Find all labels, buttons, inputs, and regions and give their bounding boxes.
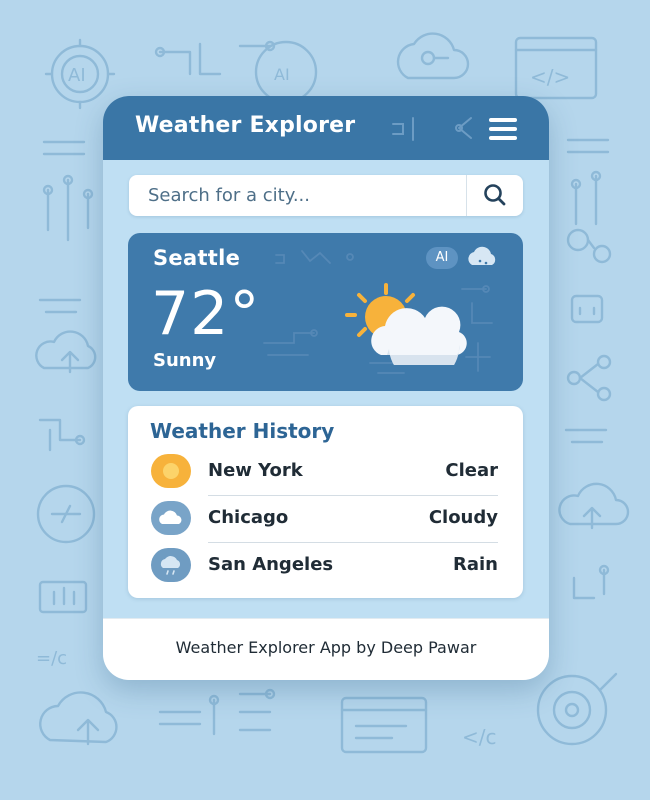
svg-text:AI: AI xyxy=(274,65,290,84)
partly-sunny-icon xyxy=(345,283,467,365)
history-item-san-angeles[interactable]: San Angeles Rain xyxy=(128,543,523,589)
current-weather-card: Seattle 72° Sunny AI xyxy=(128,233,523,391)
svg-text:AI: AI xyxy=(68,65,86,86)
current-city: Seattle xyxy=(153,246,241,270)
current-condition: Sunny xyxy=(153,350,217,371)
small-cloud-icon xyxy=(468,246,496,265)
history-condition: Cloudy xyxy=(428,507,498,528)
app-title: Weather Explorer xyxy=(135,113,356,138)
hamburger-menu-icon[interactable] xyxy=(489,118,519,140)
history-title: Weather History xyxy=(150,419,335,443)
history-city: San Angeles xyxy=(208,554,334,575)
search-icon xyxy=(484,184,506,206)
svg-text:</c: </c xyxy=(462,725,497,749)
history-condition: Clear xyxy=(445,460,498,481)
app-header: Weather Explorer xyxy=(103,96,549,160)
search-button[interactable] xyxy=(467,175,523,216)
search-input[interactable] xyxy=(129,175,466,216)
history-item-chicago[interactable]: Chicago Cloudy xyxy=(128,496,523,542)
current-temperature: 72° xyxy=(151,279,261,349)
history-city: Chicago xyxy=(208,507,289,528)
app-footer: Weather Explorer App by Deep Pawar xyxy=(103,618,549,680)
svg-text:</>: </> xyxy=(530,65,570,89)
cloud-icon xyxy=(151,501,191,535)
app-window: Weather Explorer Seattl xyxy=(103,96,549,680)
svg-text:=/c: =/c xyxy=(36,648,67,669)
header-circuit-decoration xyxy=(392,117,472,141)
sun-icon xyxy=(151,454,191,488)
weather-history-panel: Weather History New York Clear Chicago C… xyxy=(128,406,523,598)
rain-icon xyxy=(151,548,191,582)
footer-credit: Weather Explorer App by Deep Pawar xyxy=(175,638,477,657)
history-city: New York xyxy=(208,460,303,481)
history-item-new-york[interactable]: New York Clear xyxy=(128,449,523,495)
search-bar xyxy=(129,175,523,216)
history-condition: Rain xyxy=(453,554,498,575)
ai-badge: AI xyxy=(426,247,458,269)
